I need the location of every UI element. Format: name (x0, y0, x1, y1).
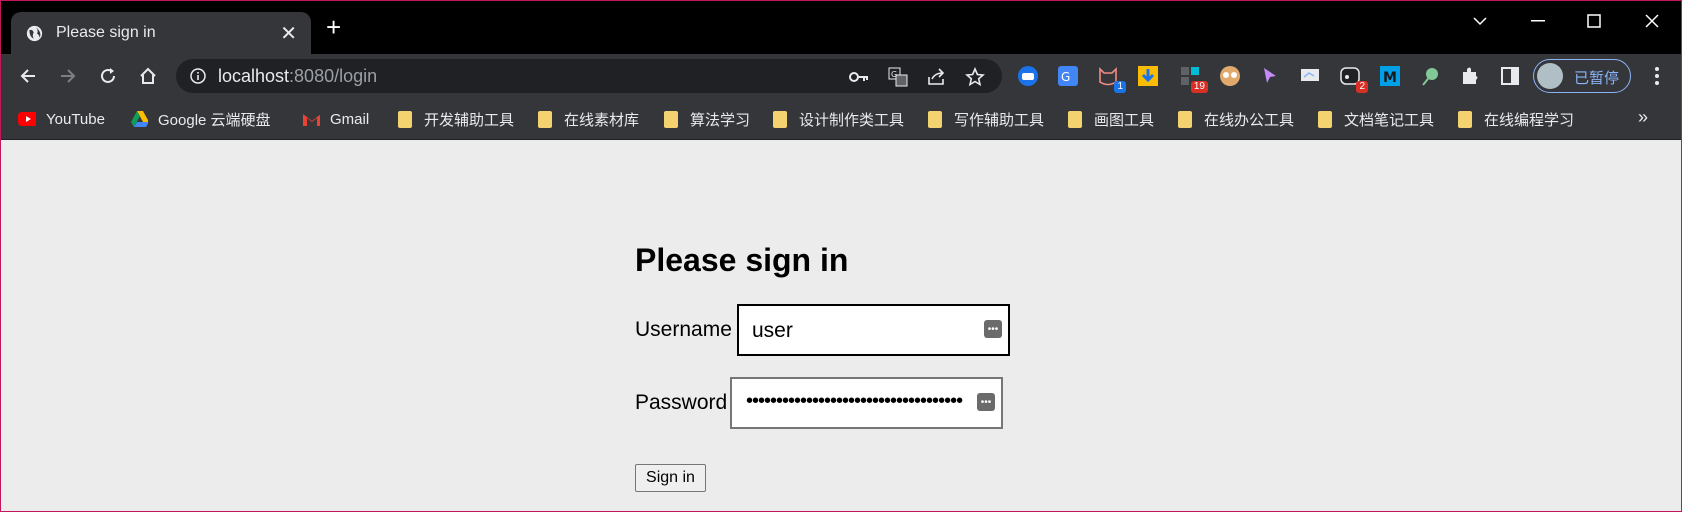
bookmark-folder-writing-tools[interactable]: 写作辅助工具 (926, 108, 1044, 130)
forward-button[interactable] (54, 62, 82, 90)
reload-icon (101, 68, 115, 83)
chat-extension-icon[interactable]: 2 (1338, 64, 1368, 93)
google-translate-icon[interactable]: G (1056, 64, 1080, 88)
browser-tab[interactable]: Please sign in ✕ (11, 12, 311, 54)
minimize-button[interactable] (1518, 8, 1558, 34)
url-text[interactable]: localhost:8080/login (218, 66, 377, 87)
password-manager-icon[interactable]: ••• (984, 320, 1002, 338)
cursor-extension-icon[interactable] (1258, 64, 1282, 88)
close-window-button[interactable] (1632, 8, 1672, 34)
share-icon[interactable] (926, 66, 948, 88)
youtube-icon (18, 110, 36, 128)
bookmark-folder-design-tools[interactable]: 设计制作类工具 (771, 108, 904, 130)
folder-icon (1178, 110, 1192, 128)
avatar (1537, 63, 1563, 89)
minimize-icon (1531, 20, 1545, 22)
leaf-extension-icon[interactable] (1418, 64, 1442, 88)
svg-text:G: G (1061, 70, 1070, 84)
sign-in-button[interactable]: Sign in (635, 464, 706, 492)
folder-icon (1318, 110, 1332, 128)
close-icon (1645, 14, 1659, 28)
m-extension-icon[interactable]: M (1378, 64, 1402, 88)
apps-extension-icon[interactable]: 19 (1178, 64, 1208, 93)
arrow-right-icon (61, 69, 76, 83)
folder-icon (773, 110, 787, 128)
bookmark-youtube[interactable]: YouTube (18, 108, 105, 130)
bookmark-star-icon[interactable] (964, 66, 986, 88)
more-menu-icon[interactable] (1645, 64, 1669, 88)
folder-icon (538, 110, 552, 128)
home-button[interactable] (134, 62, 162, 90)
arrow-left-icon (20, 69, 35, 83)
password-field[interactable]: •••••••••••••••••••••••••••••••••••• ••• (730, 377, 1003, 429)
page-title: Please sign in (635, 242, 849, 278)
tab-search-button[interactable] (1460, 8, 1500, 34)
username-field[interactable]: user ••• (737, 304, 1010, 356)
info-icon[interactable] (190, 68, 206, 84)
svg-text:M: M (1383, 70, 1397, 86)
tab-close-icon[interactable]: ✕ (280, 21, 297, 46)
bookmark-folder-notes-tools[interactable]: 文档笔记工具 (1316, 108, 1434, 130)
cat-extension-icon[interactable]: 1 (1096, 64, 1126, 93)
username-label: Username (635, 318, 732, 341)
puzzle-icon[interactable] (1458, 64, 1482, 88)
owl-extension-icon[interactable] (1218, 64, 1242, 88)
browser-toolbar: localhost:8080/login G G 1 19 2 M 已暂停 (0, 54, 1682, 98)
maximize-button[interactable] (1574, 8, 1614, 34)
password-manager-icon[interactable]: ••• (977, 393, 995, 411)
side-panel-icon[interactable] (1498, 64, 1522, 88)
folder-icon (1068, 110, 1082, 128)
tab-title: Please sign in (56, 24, 156, 41)
reload-button[interactable] (94, 62, 122, 90)
bookmarks-bar: YouTube Google 云端硬盘 Gmail 开发辅助工具 在线素材库 算… (0, 98, 1682, 140)
download-extension-icon[interactable] (1136, 64, 1160, 88)
bookmark-gmail[interactable]: Gmail (302, 108, 369, 130)
gmail-icon (302, 110, 320, 128)
bookmark-folder-materials[interactable]: 在线素材库 (536, 108, 639, 130)
bookmark-folder-office-tools[interactable]: 在线办公工具 (1176, 108, 1294, 130)
bookmark-folder-dev-tools[interactable]: 开发辅助工具 (396, 108, 514, 130)
globe-icon (26, 25, 43, 42)
folder-icon (928, 110, 942, 128)
bookmarks-overflow-icon[interactable]: » (1638, 107, 1648, 128)
folder-icon (398, 110, 412, 128)
translate-icon[interactable]: G (887, 66, 909, 88)
key-icon[interactable] (848, 66, 870, 88)
bookmark-folder-drawing-tools[interactable]: 画图工具 (1066, 108, 1154, 130)
bookmark-folder-coding-learning[interactable]: 在线编程学习 (1456, 108, 1574, 130)
bookmark-folder-algorithms[interactable]: 算法学习 (662, 108, 750, 130)
chevron-down-icon (1473, 17, 1487, 26)
back-button[interactable] (14, 62, 42, 90)
folder-icon (664, 110, 678, 128)
address-bar[interactable]: localhost:8080/login G (176, 59, 1002, 93)
bookmark-google-drive[interactable]: Google 云端硬盘 (130, 108, 271, 130)
password-label: Password (635, 391, 728, 414)
google-drive-icon (130, 110, 148, 128)
maximize-icon (1587, 14, 1601, 28)
extension-1-icon[interactable] (1016, 64, 1040, 88)
screen-extension-icon[interactable] (1298, 64, 1322, 88)
svg-text:G: G (891, 70, 897, 79)
page-content: Please sign in Username user ••• Passwor… (0, 140, 1682, 512)
profile-button[interactable]: 已暂停 (1533, 59, 1631, 93)
home-icon (140, 67, 156, 84)
new-tab-button[interactable]: + (326, 14, 341, 40)
title-bar: Please sign in ✕ + (0, 0, 1682, 54)
folder-icon (1458, 110, 1472, 128)
